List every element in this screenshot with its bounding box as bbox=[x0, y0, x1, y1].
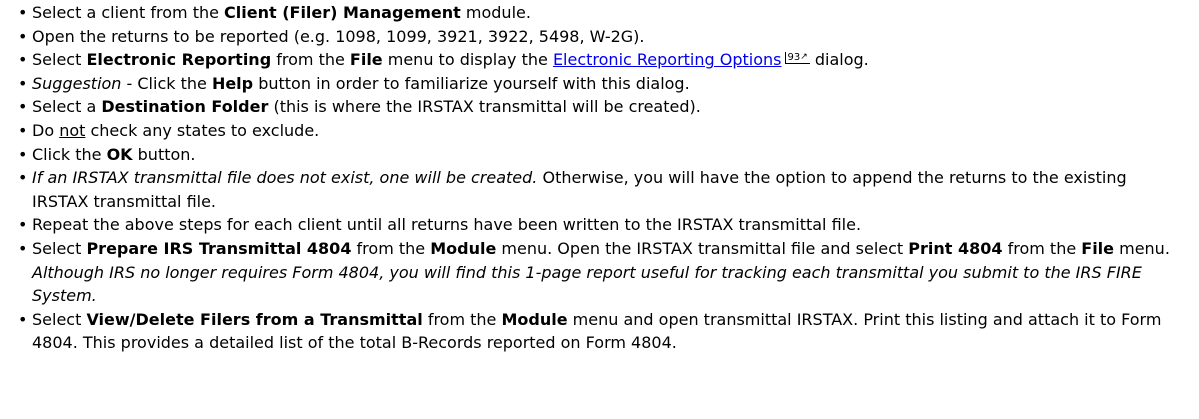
text-span: Select a bbox=[32, 97, 102, 117]
text-span: If an IRSTAX transmittal file does not e… bbox=[32, 168, 538, 188]
list-item: Select View/Delete Filers from a Transmi… bbox=[18, 308, 1180, 355]
electronic-reporting-options-link[interactable]: Electronic Reporting Options bbox=[553, 50, 782, 69]
text-span: Click the bbox=[32, 144, 107, 164]
list-item: Select Electronic Reporting from the Fil… bbox=[18, 48, 1180, 72]
file-menu-text: File bbox=[1081, 238, 1115, 258]
view-delete-filers-text: View/Delete Filers from a Transmittal bbox=[86, 309, 423, 329]
text-span: - Click the bbox=[121, 73, 212, 93]
client-filer-management-text: Client (Filer) Management bbox=[224, 3, 461, 22]
text-span: Open the returns to be reported (e.g. 10… bbox=[32, 26, 645, 46]
text-span: module. bbox=[460, 3, 531, 22]
page-reference-93[interactable]: 93↗ bbox=[784, 52, 810, 65]
file-menu-text: File bbox=[349, 50, 383, 70]
text-span: Although IRS no longer requires Form 480… bbox=[32, 262, 1142, 306]
text-span: Repeat the above steps for each client u… bbox=[32, 215, 862, 235]
module-menu-text: Module bbox=[501, 309, 568, 329]
text-span: (this is where the IRSTAX transmittal wi… bbox=[268, 97, 701, 117]
text-span: from the bbox=[351, 238, 431, 258]
module-menu-text: Module bbox=[430, 238, 497, 258]
list-item: Open the returns to be reported (e.g. 10… bbox=[18, 25, 1180, 49]
instruction-steps-list: Select a client from the Client (Filer) … bbox=[0, 0, 1180, 355]
list-item: Select a client from the Client (Filer) … bbox=[18, 1, 1180, 25]
list-item: Select a Destination Folder (this is whe… bbox=[18, 95, 1180, 119]
text-span: Select bbox=[32, 50, 87, 70]
prepare-irs-transmittal-text: Prepare IRS Transmittal 4804 bbox=[86, 238, 352, 258]
text-span: from the bbox=[271, 50, 350, 70]
help-button-text: Help bbox=[211, 73, 254, 93]
text-span: dialog. bbox=[809, 50, 869, 70]
list-item: Click the OK button. bbox=[18, 143, 1180, 167]
text-span: button. bbox=[132, 144, 196, 164]
text-span: check any states to exclude. bbox=[85, 120, 320, 140]
text-span: menu to display the bbox=[382, 50, 553, 70]
text-span: Select a client from the bbox=[32, 3, 225, 22]
list-item: If an IRSTAX transmittal file does not e… bbox=[18, 166, 1180, 213]
ok-button-text: OK bbox=[106, 144, 133, 164]
destination-folder-text: Destination Folder bbox=[101, 97, 269, 117]
list-item: Repeat the above steps for each client u… bbox=[18, 213, 1180, 237]
text-span: from the bbox=[422, 309, 502, 329]
list-item: Select Prepare IRS Transmittal 4804 from… bbox=[18, 237, 1180, 308]
text-span: button in order to familiarize yourself … bbox=[253, 73, 690, 93]
text-span: Suggestion bbox=[32, 73, 122, 93]
text-span: Do bbox=[32, 120, 60, 140]
text-span: menu. bbox=[1114, 238, 1170, 258]
text-span: from the bbox=[1002, 238, 1082, 258]
text-span: Select bbox=[32, 238, 87, 258]
print-4804-text: Print 4804 bbox=[908, 238, 1003, 258]
text-span: Select bbox=[32, 309, 87, 329]
page-arrow-icon: ↗ bbox=[800, 52, 808, 63]
electronic-reporting-text: Electronic Reporting bbox=[86, 50, 272, 70]
list-item: Suggestion - Click the Help button in or… bbox=[18, 72, 1180, 96]
text-span: not bbox=[59, 120, 86, 140]
page-reference-number: 93 bbox=[787, 52, 801, 64]
list-item: Do not check any states to exclude. bbox=[18, 119, 1180, 143]
text-span: menu. Open the IRSTAX transmittal file a… bbox=[496, 238, 909, 258]
